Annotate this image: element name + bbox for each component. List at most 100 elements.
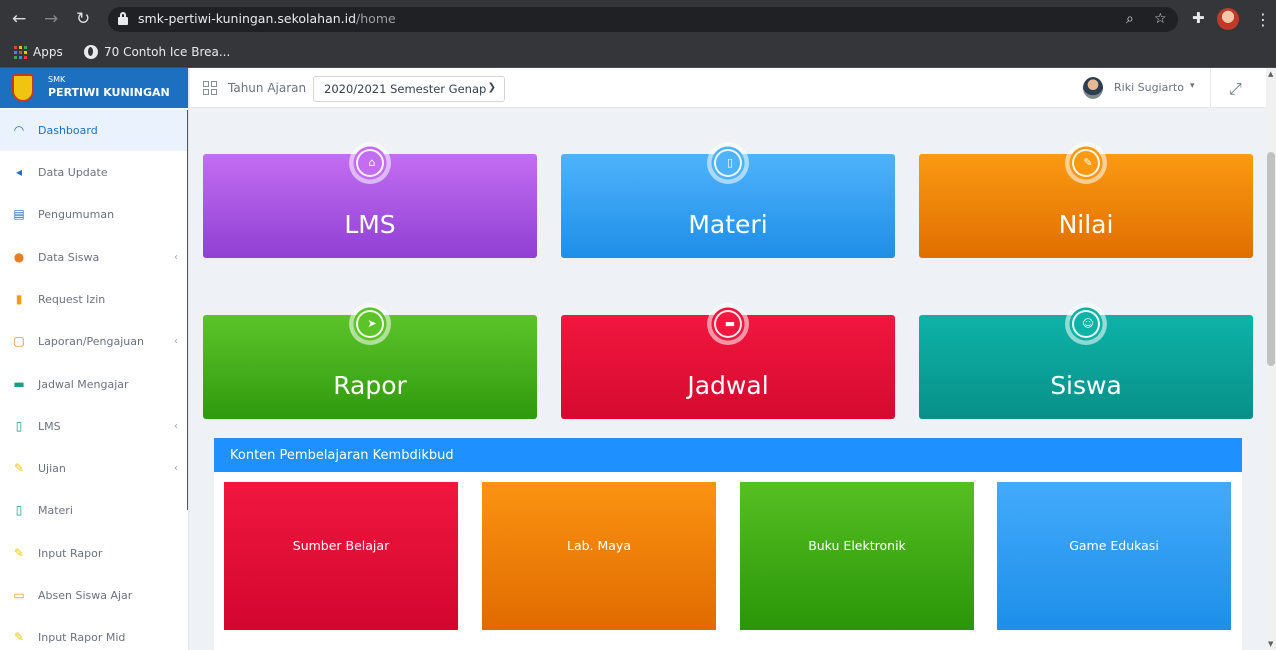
lock-icon [118, 12, 128, 25]
tile-siswa[interactable]: ☺ Siswa [919, 303, 1253, 419]
calendar-icon: ▬ [724, 317, 736, 330]
sidebar-item-ujian[interactable]: ✎ Ujian ‹ [0, 447, 187, 489]
browser-toolbar: ← → ↻ smk-pertiwi-kuningan.sekolahan.id/… [0, 0, 1276, 38]
pencil-icon: ✎ [13, 630, 25, 644]
card-label: Lab. Maya [566, 538, 631, 553]
chrome-menu-icon[interactable]: ⋮ [1255, 10, 1271, 29]
tile-label: Materi [688, 210, 768, 239]
brand-header[interactable]: SMK PERTIWI KUNINGAN [0, 68, 188, 108]
chevron-left-icon: ‹ [174, 462, 178, 474]
book-icon: ▯ [15, 503, 23, 517]
newspaper-icon: ▤ [13, 207, 25, 221]
page-scrollbar-thumb[interactable] [1267, 152, 1275, 366]
section-title: Konten Pembelajaran Kembdikbud [230, 448, 454, 463]
sidebar-item-dashboard[interactable]: ◠ Dashboard [0, 109, 187, 151]
globe-icon [84, 45, 98, 59]
tile-lms[interactable]: ⌂ LMS [203, 142, 537, 258]
fullscreen-button[interactable]: ⤢ [1210, 68, 1266, 108]
book-icon: ▯ [15, 419, 23, 433]
sidebar-item-absen-siswa-ajar[interactable]: ▭ Absen Siswa Ajar [0, 574, 187, 616]
sidebar-item-label: Laporan/Pengajuan [38, 334, 144, 348]
address-bar[interactable]: smk-pertiwi-kuningan.sekolahan.id/home ⌕… [108, 7, 1178, 32]
school-logo [12, 74, 34, 102]
book-icon: ▯ [726, 156, 734, 169]
sidebar-item-materi[interactable]: ▯ Materi [0, 489, 187, 531]
tile-materi[interactable]: ▯ Materi [561, 142, 895, 258]
scroll-down-arrow-icon[interactable]: ▼ [1268, 640, 1273, 648]
chevron-left-icon: ‹ [174, 335, 178, 347]
top-bar: Tahun Ajaran 2020/2021 Semester Genap ❯ … [190, 68, 1266, 108]
pencil-icon: ✎ [1083, 156, 1093, 169]
bookmark-apps[interactable]: Apps [14, 45, 63, 59]
sidebar-item-label: Pengumuman [38, 207, 115, 221]
sidebar-item-label: Ujian [38, 461, 66, 475]
sidebar-item-label: Data Update [38, 165, 108, 179]
tile-nilai[interactable]: ✎ Nilai [919, 142, 1253, 258]
bookmarks-bar: Apps 70 Contoh Ice Brea... [0, 38, 1276, 68]
back-arrow-icon[interactable]: ← [12, 9, 26, 29]
star-bookmark-icon[interactable]: ☆ [1154, 11, 1167, 27]
card-label: Sumber Belajar [292, 538, 390, 553]
tile-badge: ▯ [707, 142, 749, 184]
file-icon: ▮ [15, 292, 23, 306]
sidebar-item-pengumuman[interactable]: ▤ Pengumuman [0, 193, 187, 235]
user-menu-caret-icon[interactable]: ▾ [1190, 81, 1195, 91]
card-buku-elektronik[interactable]: Buku Elektronik [740, 482, 974, 630]
sidebar-item-data-siswa[interactable]: ● Data Siswa ‹ [0, 236, 187, 278]
sidebar-scrollbar[interactable] [187, 110, 188, 510]
zoom-icon[interactable]: ⌕ [1126, 11, 1134, 27]
id-card-icon: ▭ [13, 588, 25, 602]
sidebar-item-data-update[interactable]: ◂ Data Update [0, 151, 187, 193]
profile-avatar[interactable] [1217, 8, 1239, 30]
chevron-left-icon: ‹ [174, 420, 178, 432]
chevron-left-icon: ‹ [174, 251, 178, 263]
brand-prefix: SMK [48, 75, 66, 84]
sidebar-item-label: LMS [38, 419, 61, 433]
card-game-edukasi[interactable]: Game Edukasi [997, 482, 1231, 630]
reload-icon[interactable]: ↻ [76, 9, 90, 29]
sidebar-item-label: Absen Siswa Ajar [38, 588, 133, 602]
forward-arrow-icon[interactable]: → [44, 9, 58, 29]
megaphone-icon: ◂ [15, 165, 23, 179]
sidebar: SMK PERTIWI KUNINGAN ◠ Dashboard ◂ Data Upd… [0, 68, 189, 650]
sidebar-item-label: Dashboard [38, 123, 98, 137]
sidebar-item-input-rapor[interactable]: ✎ Input Rapor [0, 532, 187, 574]
tile-label: Jadwal [687, 371, 769, 400]
users-icon: ● [13, 250, 25, 264]
sidebar-item-label: Jadwal Mengajar [38, 377, 129, 391]
sidebar-item-laporan-pengajuan[interactable]: ▢ Laporan/Pengajuan ‹ [0, 320, 187, 362]
grid-icon[interactable] [203, 81, 217, 95]
sidebar-item-request-izin[interactable]: ▮ Request Izin [0, 278, 187, 320]
sidebar-item-lms[interactable]: ▯ LMS ‹ [0, 405, 187, 447]
tile-rapor[interactable]: ➤ Rapor [203, 303, 537, 419]
sidebar-item-label: Data Siswa [38, 250, 100, 264]
extensions-puzzle-icon[interactable]: ✚ [1192, 9, 1205, 27]
tahun-ajaran-value: 2020/2021 Semester Genap [324, 82, 487, 96]
user-name[interactable]: Riki Sugiarto [1114, 81, 1184, 94]
url-text: smk-pertiwi-kuningan.sekolahan.id/home [138, 11, 396, 26]
card-lab-maya[interactable]: Lab. Maya [482, 482, 716, 630]
tile-label: LMS [344, 210, 396, 239]
konten-cards: Sumber Belajar Lab. Maya Buku Elektronik Ga… [214, 472, 1242, 650]
sidebar-item-input-rapor-mid[interactable]: ✎ Input Rapor Mid [0, 616, 187, 650]
institution-icon: ⌂ [368, 156, 376, 169]
sidebar-item-jadwal-mengajar[interactable]: ▬ Jadwal Mengajar [0, 363, 187, 405]
pencil-icon: ✎ [13, 461, 25, 475]
tile-jadwal[interactable]: ▬ Jadwal [561, 303, 895, 419]
tile-badge: ⌂ [349, 142, 391, 184]
calendar-icon: ▬ [13, 377, 25, 391]
bookmark-label: Apps [33, 45, 63, 59]
pencil-icon: ✎ [13, 546, 25, 560]
user-avatar[interactable] [1083, 77, 1103, 99]
child-icon: ☺ [1082, 317, 1094, 330]
tahun-ajaran-select[interactable]: 2020/2021 Semester Genap ❯ [313, 76, 505, 102]
card-label: Game Edukasi [1069, 538, 1159, 553]
scroll-up-arrow-icon[interactable]: ▲ [1268, 70, 1273, 78]
expand-icon: ⤢ [1229, 79, 1242, 98]
sidebar-item-label: Request Izin [38, 292, 106, 306]
bookmark-ice-breaking[interactable]: 70 Contoh Ice Brea... [84, 45, 230, 59]
card-sumber-belajar[interactable]: Sumber Belajar [224, 482, 458, 630]
card-label: Buku Elektronik [808, 538, 906, 553]
apps-grid-icon [14, 45, 27, 59]
app-container: SMK PERTIWI KUNINGAN ◠ Dashboard ◂ Data Upd… [0, 68, 1276, 650]
